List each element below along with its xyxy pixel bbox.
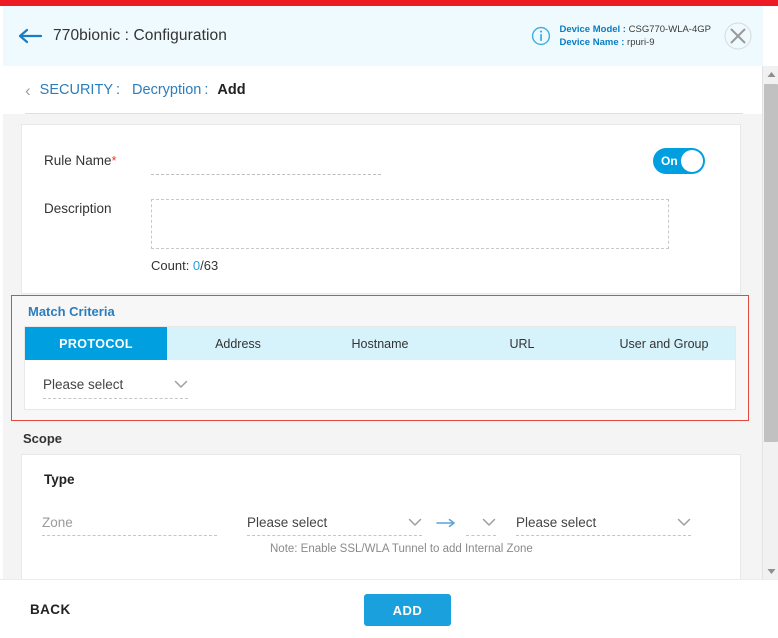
device-name-label: Device Name : — [559, 37, 625, 48]
page-title: 770bionic : Configuration — [53, 27, 227, 44]
device-model-label: Device Model : — [559, 24, 626, 35]
device-name-line: Device Name : rpuri-9 — [559, 36, 711, 49]
scope-type-label: Type — [44, 472, 75, 487]
match-criteria-tabs: PROTOCOL Address Hostname URL User and G… — [25, 327, 735, 360]
chevron-down-icon — [677, 517, 691, 529]
tab-url[interactable]: URL — [451, 327, 593, 360]
match-criteria-title: Match Criteria — [28, 304, 115, 319]
tab-address[interactable]: Address — [167, 327, 309, 360]
breadcrumb-item-decryption[interactable]: Decryption — [132, 82, 201, 98]
match-criteria-panel: Match Criteria PROTOCOL Address Hostname… — [11, 295, 749, 421]
add-button[interactable]: ADD — [364, 594, 451, 626]
chevron-down-icon — [174, 379, 188, 391]
source-zone-select-value: Please select — [247, 515, 328, 530]
tab-hostname[interactable]: Hostname — [309, 327, 451, 360]
rule-name-input[interactable] — [151, 151, 381, 175]
required-marker: * — [111, 153, 117, 168]
breadcrumb: ‹ SECURITY : Decryption : Add — [3, 66, 763, 114]
description-char-count: Count: 0/63 — [151, 258, 218, 273]
vertical-scrollbar[interactable] — [762, 66, 778, 579]
rule-name-label: Rule Name* — [44, 151, 134, 168]
source-zone-select[interactable]: Please select — [247, 510, 422, 536]
device-info-block: Device Model : CSG770-WLA-4GP Device Nam… — [559, 23, 711, 49]
header-device-info: Device Model : CSG770-WLA-4GP Device Nam… — [531, 21, 753, 51]
rule-name-label-text: Rule Name — [44, 153, 112, 168]
scrollbar-thumb[interactable] — [764, 84, 778, 442]
breadcrumb-item-security[interactable]: SECURITY — [40, 82, 113, 98]
scope-note: Note: Enable SSL/WLA Tunnel to add Inter… — [270, 543, 533, 555]
breadcrumb-back-chevron-icon[interactable]: ‹ — [25, 82, 31, 99]
info-circle-icon[interactable] — [531, 26, 551, 46]
back-button[interactable]: BACK — [30, 602, 71, 617]
rule-name-row: Rule Name* — [44, 151, 381, 175]
protocol-select-value: Please select — [43, 377, 124, 392]
scroll-down-arrow-icon[interactable] — [763, 563, 778, 579]
count-label: Count: — [151, 258, 193, 273]
zone-field-placeholder: Zone — [42, 515, 73, 530]
tab-user-and-group[interactable]: User and Group — [593, 327, 735, 360]
breadcrumb-item-add: Add — [217, 82, 246, 98]
chevron-down-icon — [482, 517, 496, 529]
breadcrumb-separator-2: : — [204, 82, 209, 98]
direction-select[interactable] — [466, 510, 496, 536]
protocol-select[interactable]: Please select — [43, 373, 188, 399]
scope-type-row: Zone Please select Please select — [42, 510, 722, 536]
device-model-line: Device Model : CSG770-WLA-4GP — [559, 23, 711, 36]
tab-protocol[interactable]: PROTOCOL — [25, 327, 167, 360]
configuration-page: 770bionic : Configuration Device Model :… — [0, 0, 778, 638]
back-arrow-icon[interactable] — [15, 21, 45, 51]
destination-zone-select-value: Please select — [516, 515, 597, 530]
general-settings-card: Rule Name* On Description Count: 0/63 — [21, 124, 741, 294]
breadcrumb-separator-1: : — [116, 82, 121, 98]
zone-field[interactable]: Zone — [42, 510, 217, 536]
rule-enable-toggle-label: On — [661, 154, 678, 168]
device-name-value: rpuri-9 — [627, 37, 655, 48]
count-max: /63 — [200, 258, 219, 273]
tab-panel-protocol: Please select — [25, 360, 735, 410]
device-model-value: CSG770-WLA-4GP — [628, 24, 711, 35]
destination-zone-select[interactable]: Please select — [516, 510, 691, 536]
chevron-down-icon — [408, 517, 422, 529]
close-x-icon[interactable] — [723, 21, 753, 51]
scroll-up-arrow-icon[interactable] — [763, 66, 778, 82]
form-scroll-area: Rule Name* On Description Count: 0/63 Ma… — [3, 114, 763, 579]
description-row: Description — [44, 199, 669, 249]
action-bar: BACK ADD — [0, 579, 778, 638]
description-label: Description — [44, 201, 112, 216]
description-textarea[interactable] — [151, 199, 669, 249]
match-criteria-tab-card: PROTOCOL Address Hostname URL User and G… — [24, 326, 736, 410]
toggle-knob — [681, 150, 703, 172]
direction-arrow-icon — [436, 517, 458, 529]
page-header: 770bionic : Configuration Device Model :… — [3, 6, 763, 66]
scope-card: Type Zone Please select Please select No… — [21, 454, 741, 579]
rule-enable-toggle[interactable]: On — [653, 148, 705, 174]
scope-title: Scope — [23, 431, 63, 446]
